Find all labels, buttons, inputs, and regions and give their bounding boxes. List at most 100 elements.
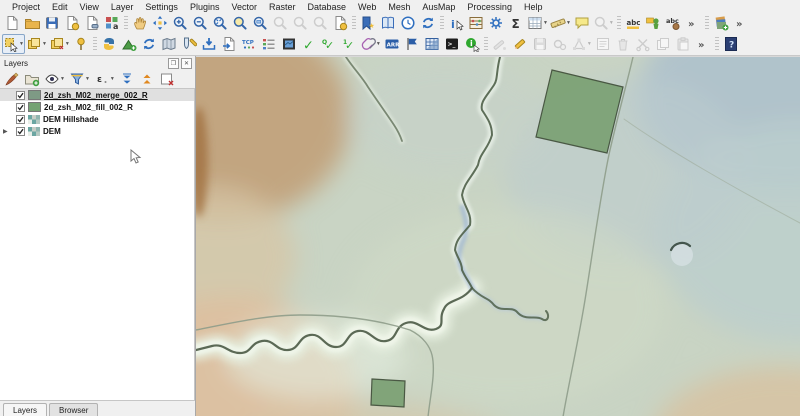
select-features-icon[interactable]: ▼ [2, 34, 25, 54]
layer-item-dem-hillshade[interactable]: DEM Hillshade [0, 113, 194, 125]
check-tool-2-icon[interactable]: ✓1 [339, 34, 359, 54]
model-designer-icon[interactable] [119, 34, 139, 54]
menu-database[interactable]: Database [302, 1, 353, 13]
menu-bar: ProjectEditViewLayerSettingsPluginsVecto… [0, 0, 800, 13]
panel-tab-layers[interactable]: Layers [3, 403, 47, 416]
new-print-layout-icon[interactable] [62, 13, 82, 33]
zoom-full-extent-icon[interactable] [210, 13, 230, 33]
filter-legend-icon[interactable]: ▼ [68, 70, 91, 88]
manage-map-themes-icon[interactable]: ▼ [43, 70, 66, 88]
help-icon[interactable]: ? [721, 34, 741, 54]
menu-raster[interactable]: Raster [263, 1, 302, 13]
statistical-summary-icon[interactable] [466, 13, 486, 33]
new-bookmark-icon[interactable]: ★ [358, 13, 378, 33]
menu-vector[interactable]: Vector [225, 1, 263, 13]
layer-checkbox-icon[interactable] [16, 91, 25, 100]
expander-icon[interactable]: ▶ [3, 128, 8, 135]
tuflow-tcf-icon[interactable]: TCP [239, 34, 259, 54]
cut-features-icon [633, 34, 653, 54]
temporal-controller-icon[interactable] [398, 13, 418, 33]
add-layer-group-icon[interactable] [711, 13, 731, 33]
close-panel-button[interactable]: ✕ [181, 58, 192, 69]
pan-map-icon[interactable] [130, 13, 150, 33]
import-layer-icon[interactable] [219, 34, 239, 54]
raster-calculator-icon[interactable] [422, 34, 442, 54]
layout-manager-icon[interactable] [82, 13, 102, 33]
menu-view[interactable]: View [74, 1, 105, 13]
download-data-icon[interactable] [199, 34, 219, 54]
save-project-icon[interactable] [42, 13, 62, 33]
open-project-icon[interactable] [22, 13, 42, 33]
zoom-in-icon[interactable] [170, 13, 190, 33]
layer-checkbox-icon[interactable] [16, 115, 25, 124]
new-project-icon[interactable] [2, 13, 22, 33]
add-group-icon[interactable] [23, 70, 41, 88]
pan-to-selection-icon[interactable] [150, 13, 170, 33]
farm-dam [671, 243, 693, 266]
georeferencer-icon[interactable] [159, 34, 179, 54]
expand-all-icon[interactable] [118, 70, 136, 88]
new-map-view-icon[interactable] [330, 13, 350, 33]
label-toolbar-icon[interactable]: abc [623, 13, 643, 33]
menu-ausmap[interactable]: AusMap [416, 1, 461, 13]
menu-processing[interactable]: Processing [461, 1, 518, 13]
layer-labeling-options-icon[interactable] [643, 13, 663, 33]
menu-help[interactable]: Help [518, 1, 549, 13]
toolbar-grip [124, 16, 128, 30]
toggle-editing-icon[interactable] [510, 34, 530, 54]
layer-item-dem[interactable]: ▶DEM [0, 125, 194, 137]
identify-features-icon[interactable]: i [446, 13, 466, 33]
toolbar-overflow-1-icon[interactable]: » [683, 13, 703, 33]
menu-plugins[interactable]: Plugins [184, 1, 226, 13]
zoom-to-layer-icon[interactable] [250, 13, 270, 33]
select-by-expression-icon[interactable]: ▼ [48, 34, 71, 54]
layer-order-list-icon[interactable] [259, 34, 279, 54]
zoom-to-selection-icon[interactable] [230, 13, 250, 33]
show-statistics-icon[interactable]: Σ [506, 13, 526, 33]
toolbar-overflow-2-icon[interactable]: » [731, 13, 751, 33]
check-geometries-icon[interactable] [179, 34, 199, 54]
measure-line-icon[interactable]: ▼ [549, 13, 572, 33]
menu-project[interactable]: Project [6, 1, 46, 13]
zoom-out-icon[interactable] [190, 13, 210, 33]
processing-toolbox-icon[interactable] [486, 13, 506, 33]
open-attribute-table-icon[interactable]: ▼ [526, 13, 549, 33]
remove-layer-icon[interactable] [158, 70, 176, 88]
attachments-icon[interactable]: ▼ [359, 34, 382, 54]
style-manager-icon[interactable]: a [102, 13, 122, 33]
menu-mesh[interactable]: Mesh [382, 1, 416, 13]
map-canvas[interactable] [196, 56, 800, 416]
open-layer-styling-icon[interactable] [3, 70, 21, 88]
map-rendering [196, 57, 800, 416]
map-tips-icon[interactable] [572, 13, 592, 33]
layer-checkbox-icon[interactable] [16, 103, 25, 112]
float-panel-button[interactable]: ❐ [168, 58, 179, 69]
filter-by-expression-icon[interactable]: ε▼ [93, 70, 116, 88]
layer-item-2d-zsh-m02-merge-002-r[interactable]: 2d_zsh_M02_merge_002_R [0, 89, 194, 101]
show-bookmarks-icon[interactable] [378, 13, 398, 33]
menu-edit[interactable]: Edit [46, 1, 74, 13]
toolbar-overflow-3-icon[interactable]: » [693, 34, 713, 54]
python-console-icon[interactable] [99, 34, 119, 54]
processing-history-icon[interactable] [139, 34, 159, 54]
feature-info-icon[interactable]: i [462, 34, 482, 54]
menu-settings[interactable]: Settings [139, 1, 184, 13]
toolbar-grip [484, 37, 488, 51]
check-tool-1-icon[interactable]: ✓ [299, 34, 319, 54]
layer-item-2d-zsh-m02-fill-002-r[interactable]: 2d_zsh_M02_fill_002_R [0, 101, 194, 113]
panel-tab-browser[interactable]: Browser [49, 403, 98, 416]
layer-checkbox-icon[interactable] [16, 127, 25, 136]
collapse-all-icon[interactable] [138, 70, 156, 88]
select-features-by-value-icon[interactable]: ▼ [25, 34, 48, 54]
layer-label: 2d_zsh_M02_merge_002_R [44, 91, 148, 100]
move-label-icon[interactable]: abc [663, 13, 683, 33]
flag-tool-icon[interactable] [402, 34, 422, 54]
arr-tool-icon[interactable]: ARR [382, 34, 402, 54]
check-tool-q-icon[interactable]: ✓Q [319, 34, 339, 54]
os-console-icon[interactable]: >_ [442, 34, 462, 54]
map-export-icon[interactable] [279, 34, 299, 54]
menu-layer[interactable]: Layer [105, 1, 140, 13]
highlight-features-icon[interactable] [71, 34, 91, 54]
refresh-map-icon[interactable] [418, 13, 438, 33]
menu-web[interactable]: Web [352, 1, 382, 13]
